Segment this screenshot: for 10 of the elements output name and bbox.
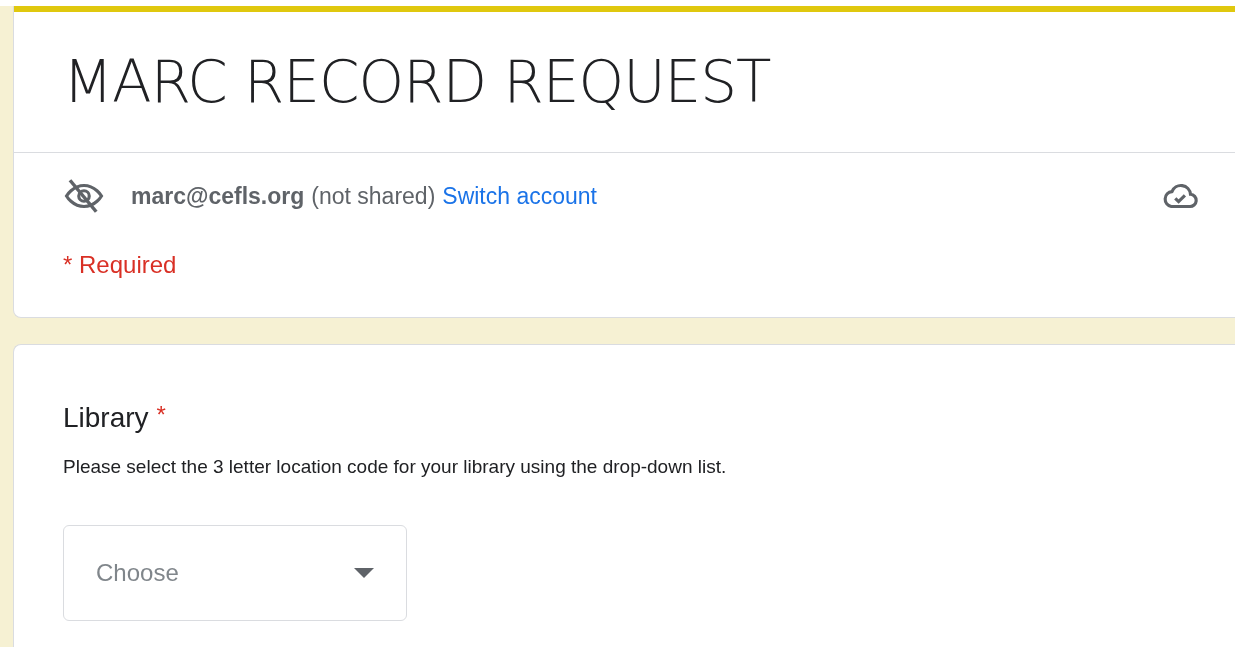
switch-account-link[interactable]: Switch account [442,178,597,214]
form-title: MARC RECORD REQUEST [63,48,771,116]
required-mark: * [156,400,166,430]
question-label: Library [63,401,149,435]
question-description: Please select the 3 letter location code for your library using the drop-down list. [63,455,727,479]
caret-icon [354,567,374,578]
choose-dropdown[interactable]: Choose [63,524,407,621]
required-note: * Required [63,250,177,280]
sharing-note: (not shared) [311,181,436,211]
account-email: marc@cefls.org [131,181,305,211]
